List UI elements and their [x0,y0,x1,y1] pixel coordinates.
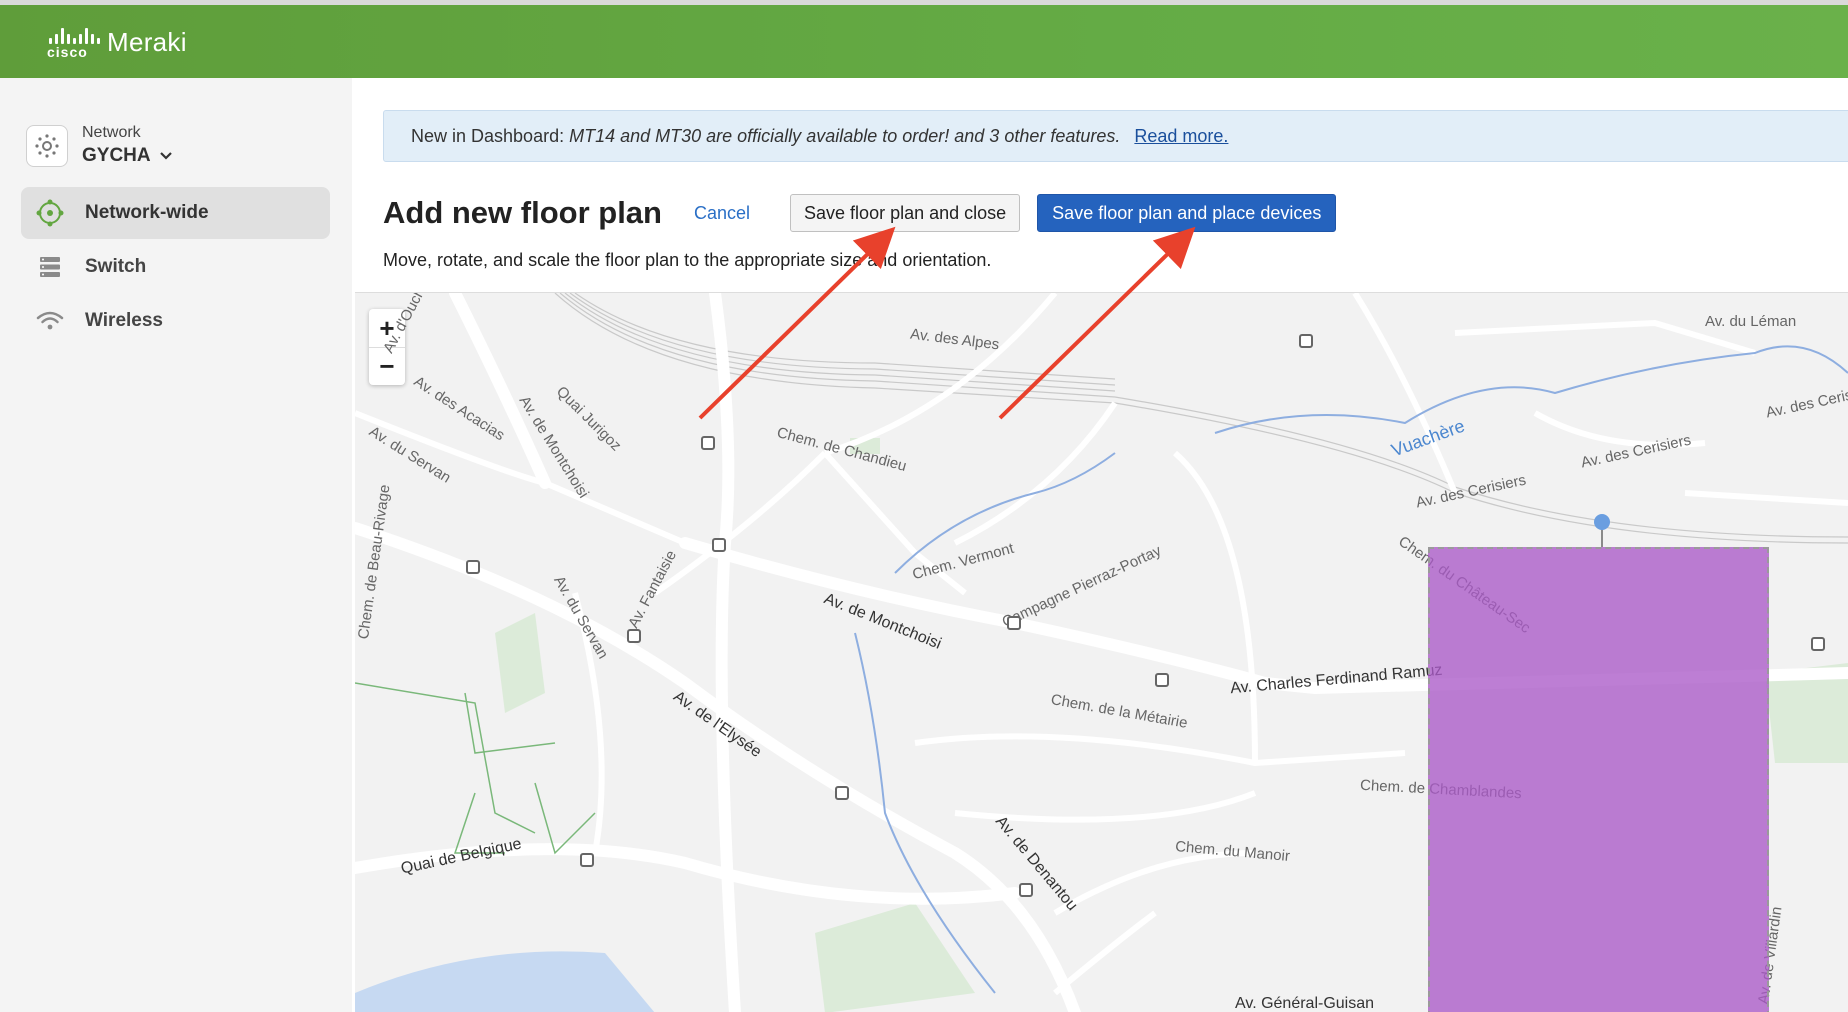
bus-stop-icon [712,538,726,552]
map-label: Av. du Léman [1705,313,1797,330]
floor-plan-overlay[interactable] [1428,547,1769,1012]
sidebar: Network GYCHA Network-wide Switch Wirele… [0,78,352,1012]
switch-icon [35,252,65,282]
brand-name: Meraki [107,26,187,57]
bus-stop-icon [835,786,849,800]
save-and-place-devices-button[interactable]: Save floor plan and place devices [1037,194,1337,232]
cancel-link[interactable]: Cancel [694,203,750,224]
sidebar-item-network-wide[interactable]: Network-wide [21,187,330,239]
map-label: Av. Général-Guisan [1235,995,1375,1012]
rotate-handle[interactable] [1594,514,1610,530]
bus-stop-icon [1811,637,1825,651]
banner-prefix: New in Dashboard: [411,125,565,146]
bus-stop-icon [1299,334,1313,348]
meraki-logo[interactable]: cisco Meraki [47,25,187,61]
top-header: cisco Meraki [0,5,1848,78]
railway-lines [554,293,1848,544]
network-wide-icon [35,198,65,228]
network-icon [26,124,68,167]
park-area [495,613,545,713]
sidebar-item-label: Switch [85,256,147,277]
park-area [815,903,975,1012]
title-row: Add new floor plan Cancel Save floor pla… [383,188,1337,238]
map-view[interactable]: + − Av. d'Ouchy Av. des Alpes Av. du Lém… [355,292,1848,1012]
zoom-out-button[interactable]: − [369,347,405,385]
cisco-wordmark: cisco [47,44,88,60]
bus-stop-icon [701,436,715,450]
bus-stop-icon [580,853,594,867]
bus-stop-icon [466,560,480,574]
chevron-down-icon [159,152,172,160]
creek [1214,345,1848,434]
save-and-close-button[interactable]: Save floor plan and close [790,194,1021,232]
sidebar-item-switch[interactable]: Switch [21,241,330,293]
network-selector[interactable]: Network GYCHA [26,124,173,167]
wireless-icon [35,306,65,336]
network-name[interactable]: GYCHA [82,145,173,167]
sidebar-item-label: Network-wide [85,202,209,223]
cisco-logo-icon: cisco [47,25,100,60]
page-title: Add new floor plan [383,195,662,230]
lake-water [355,951,655,1012]
sidebar-item-label: Wireless [85,310,163,331]
banner-message: MT14 and MT30 are officially available t… [569,125,1121,146]
bus-stop-icon [1019,883,1033,897]
bus-stop-icon [1007,616,1021,630]
network-name-text: GYCHA [82,145,151,166]
announcement-banner: New in Dashboard: MT14 and MT30 are offi… [383,110,1848,162]
rotate-handle-stem [1601,529,1603,547]
read-more-link[interactable]: Read more. [1134,126,1228,147]
instructions-text: Move, rotate, and scale the floor plan t… [383,250,992,270]
sidebar-item-wireless[interactable]: Wireless [21,295,330,347]
bus-stop-icon [627,629,641,643]
bus-stop-icon [1155,673,1169,687]
network-label: Network [82,124,141,141]
green-paths [355,682,596,855]
